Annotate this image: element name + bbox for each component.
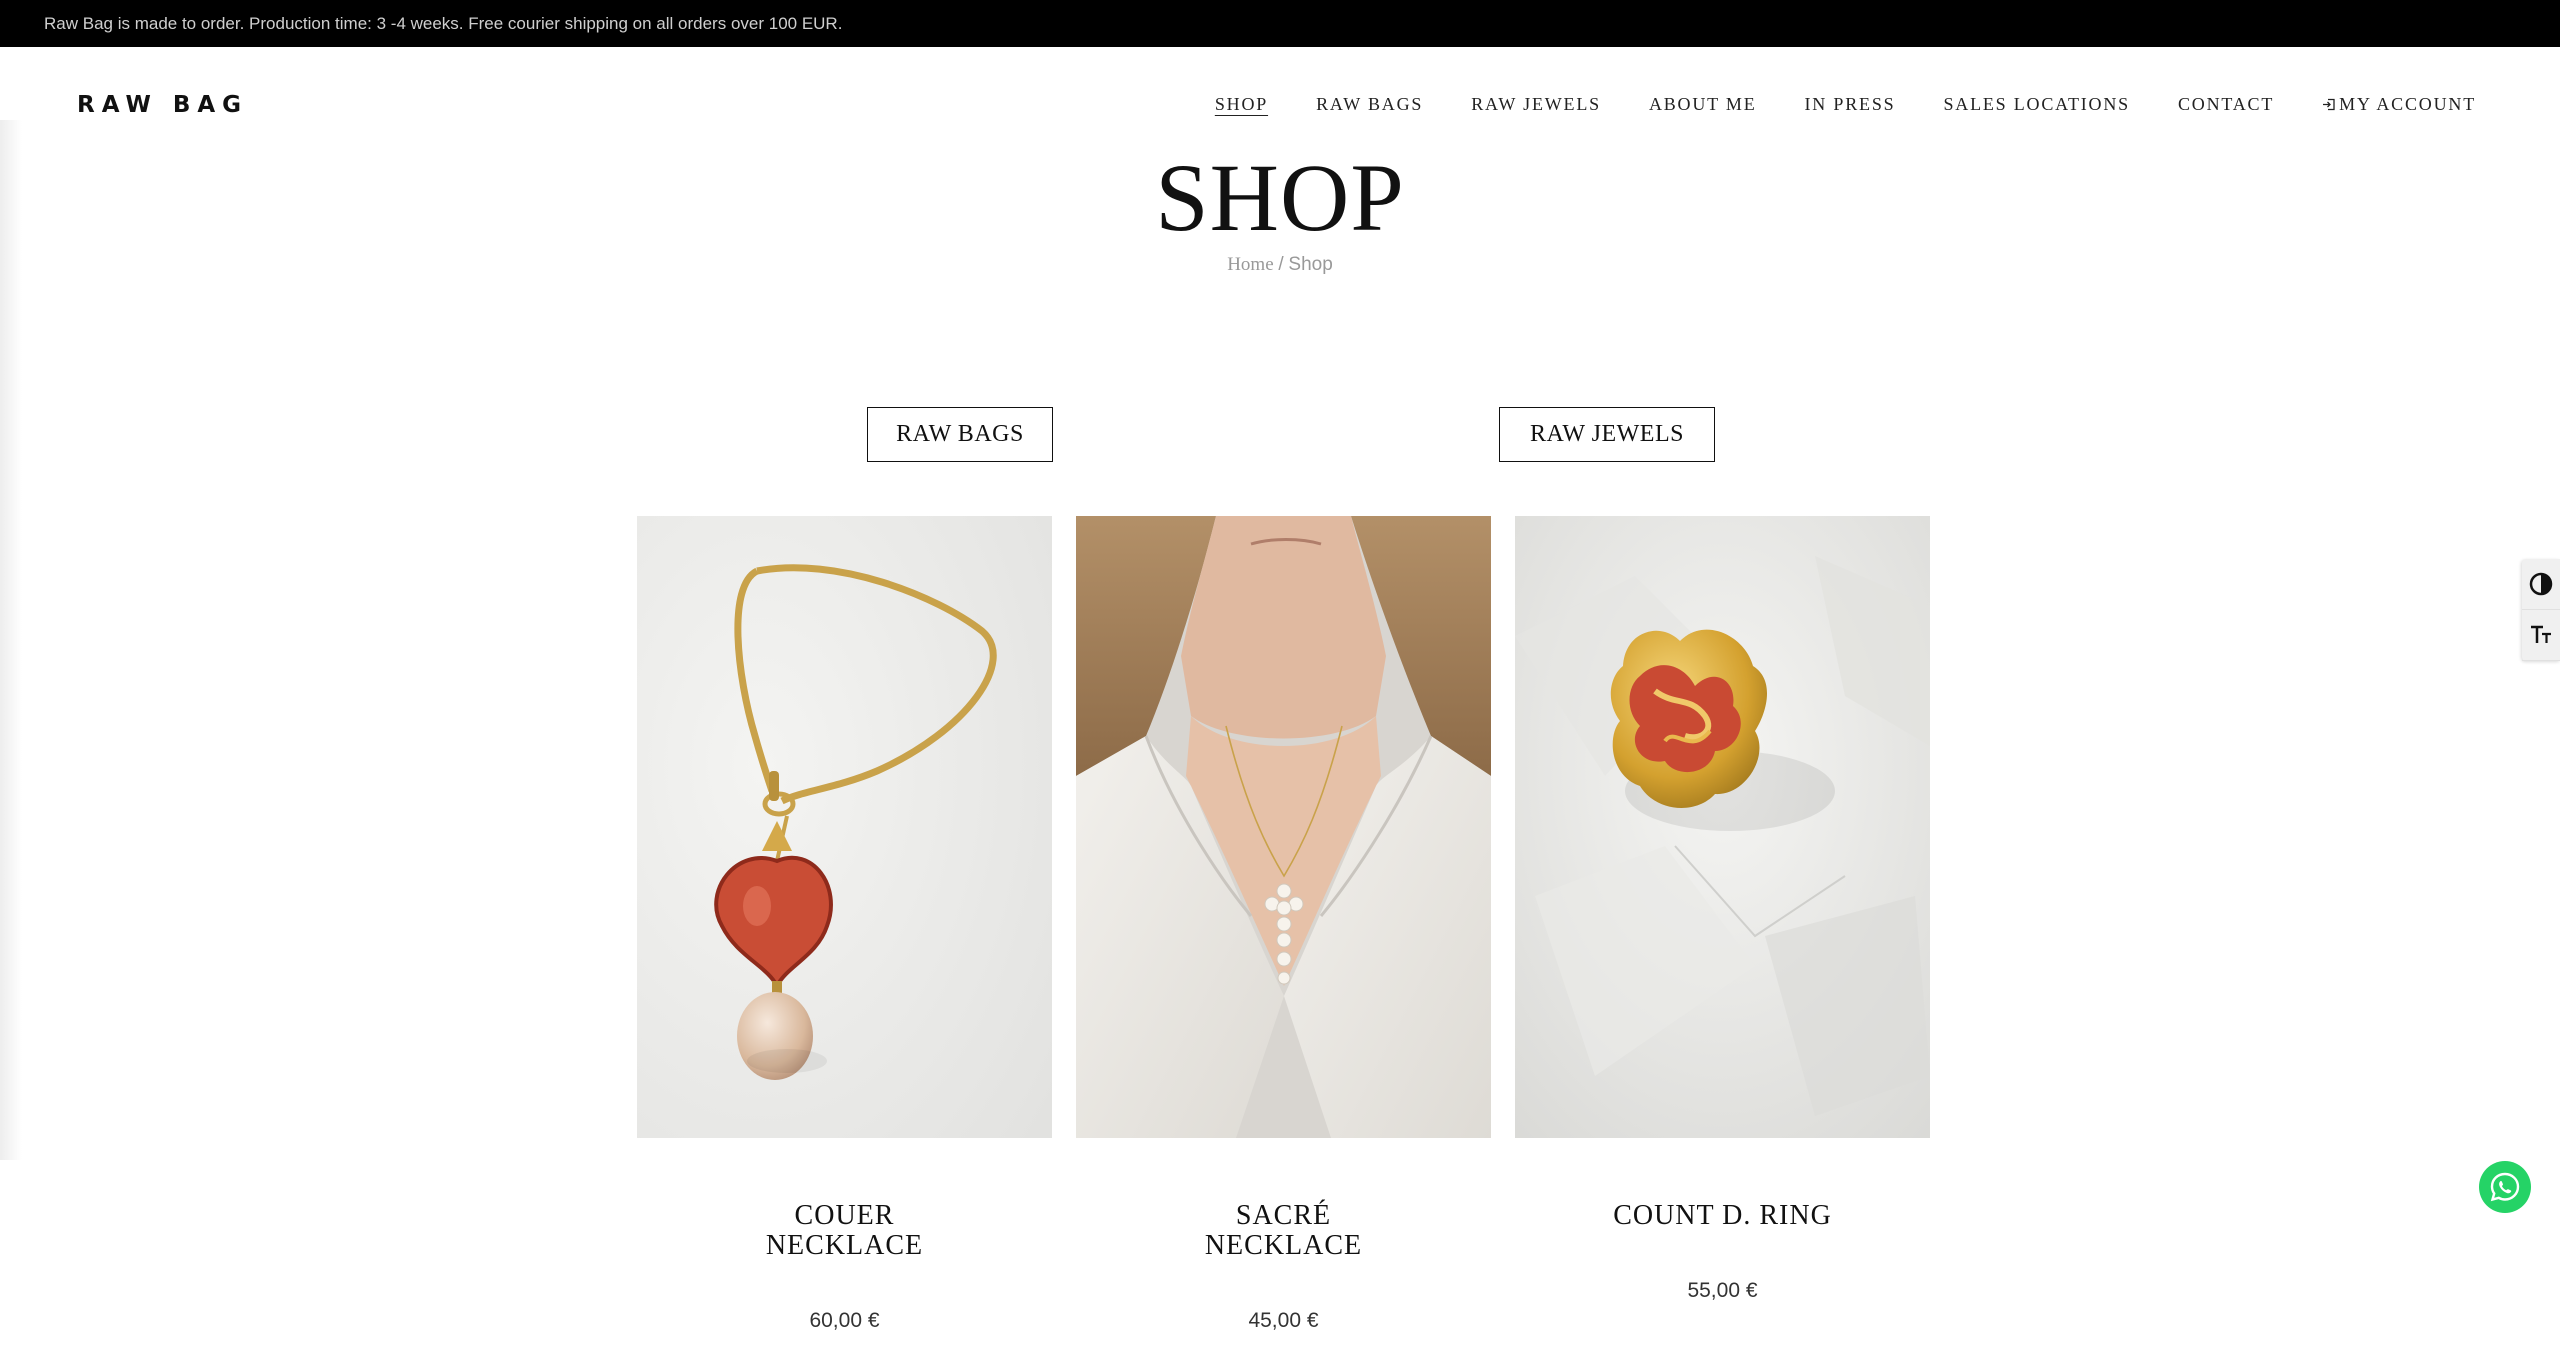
product-image[interactable] xyxy=(637,516,1052,1138)
product-price: 45,00 € xyxy=(1248,1309,1319,1332)
font-size-icon xyxy=(2531,625,2551,643)
login-icon xyxy=(2323,98,2335,111)
breadcrumb: Home / Shop xyxy=(0,254,2560,276)
breadcrumb-current: Shop xyxy=(1288,254,1333,275)
product-card: COUER NECKLACE 60,00 € xyxy=(637,516,1052,1332)
product-price: 55,00 € xyxy=(1687,1279,1758,1302)
font-size-toggle[interactable] xyxy=(2522,610,2560,661)
nav-item-in-press[interactable]: IN PRESS xyxy=(1805,94,1896,115)
page-title: SHOP xyxy=(1155,144,1405,251)
product-card: SACRÉ NECKLACE 45,00 € xyxy=(1076,516,1491,1332)
side-panel-edge xyxy=(0,120,22,1160)
accessibility-toolbar xyxy=(2522,559,2560,661)
main-nav: SHOP RAW BAGS RAW JEWELS ABOUT ME IN PRE… xyxy=(1215,94,2476,115)
product-name[interactable]: COUER NECKLACE xyxy=(637,1201,1052,1261)
my-account-label: MY ACCOUNT xyxy=(2339,94,2476,114)
breadcrumb-home[interactable]: Home xyxy=(1227,254,1273,275)
site-logo[interactable]: RAW BAG xyxy=(77,92,248,118)
product-name[interactable]: COUNT D. RING xyxy=(1515,1201,1930,1231)
contrast-toggle[interactable] xyxy=(2522,559,2560,610)
nav-item-shop[interactable]: SHOP xyxy=(1215,94,1268,115)
whatsapp-chat-button[interactable] xyxy=(2479,1161,2531,1213)
nav-item-raw-bags[interactable]: RAW BAGS xyxy=(1316,94,1423,115)
pearl-cross-necklace-image xyxy=(1076,516,1491,1138)
nav-item-my-account[interactable]: MY ACCOUNT xyxy=(2322,94,2476,115)
crumpled-ring-image xyxy=(1515,516,1930,1138)
contrast-icon xyxy=(2529,572,2553,596)
product-image[interactable] xyxy=(1515,516,1930,1138)
breadcrumb-separator: / xyxy=(1278,254,1284,275)
announcement-text: Raw Bag is made to order. Production tim… xyxy=(44,14,843,33)
product-name[interactable]: SACRÉ NECKLACE xyxy=(1076,1201,1491,1261)
nav-item-about-me[interactable]: ABOUT ME xyxy=(1649,94,1757,115)
necklace-heart-pearl-image xyxy=(637,516,1052,1138)
category-button-raw-jewels[interactable]: RAW JEWELS xyxy=(1499,407,1715,462)
product-card: COUNT D. RING 55,00 € xyxy=(1515,516,1930,1302)
product-price: 60,00 € xyxy=(809,1309,880,1332)
nav-item-sales-locations[interactable]: SALES LOCATIONS xyxy=(1943,94,2130,115)
nav-item-contact[interactable]: CONTACT xyxy=(2178,94,2274,115)
nav-item-raw-jewels[interactable]: RAW JEWELS xyxy=(1471,94,1601,115)
product-image[interactable] xyxy=(1076,516,1491,1138)
whatsapp-icon xyxy=(2490,1172,2520,1202)
announcement-bar: Raw Bag is made to order. Production tim… xyxy=(0,0,2560,47)
category-button-raw-bags[interactable]: RAW BAGS xyxy=(867,407,1053,462)
